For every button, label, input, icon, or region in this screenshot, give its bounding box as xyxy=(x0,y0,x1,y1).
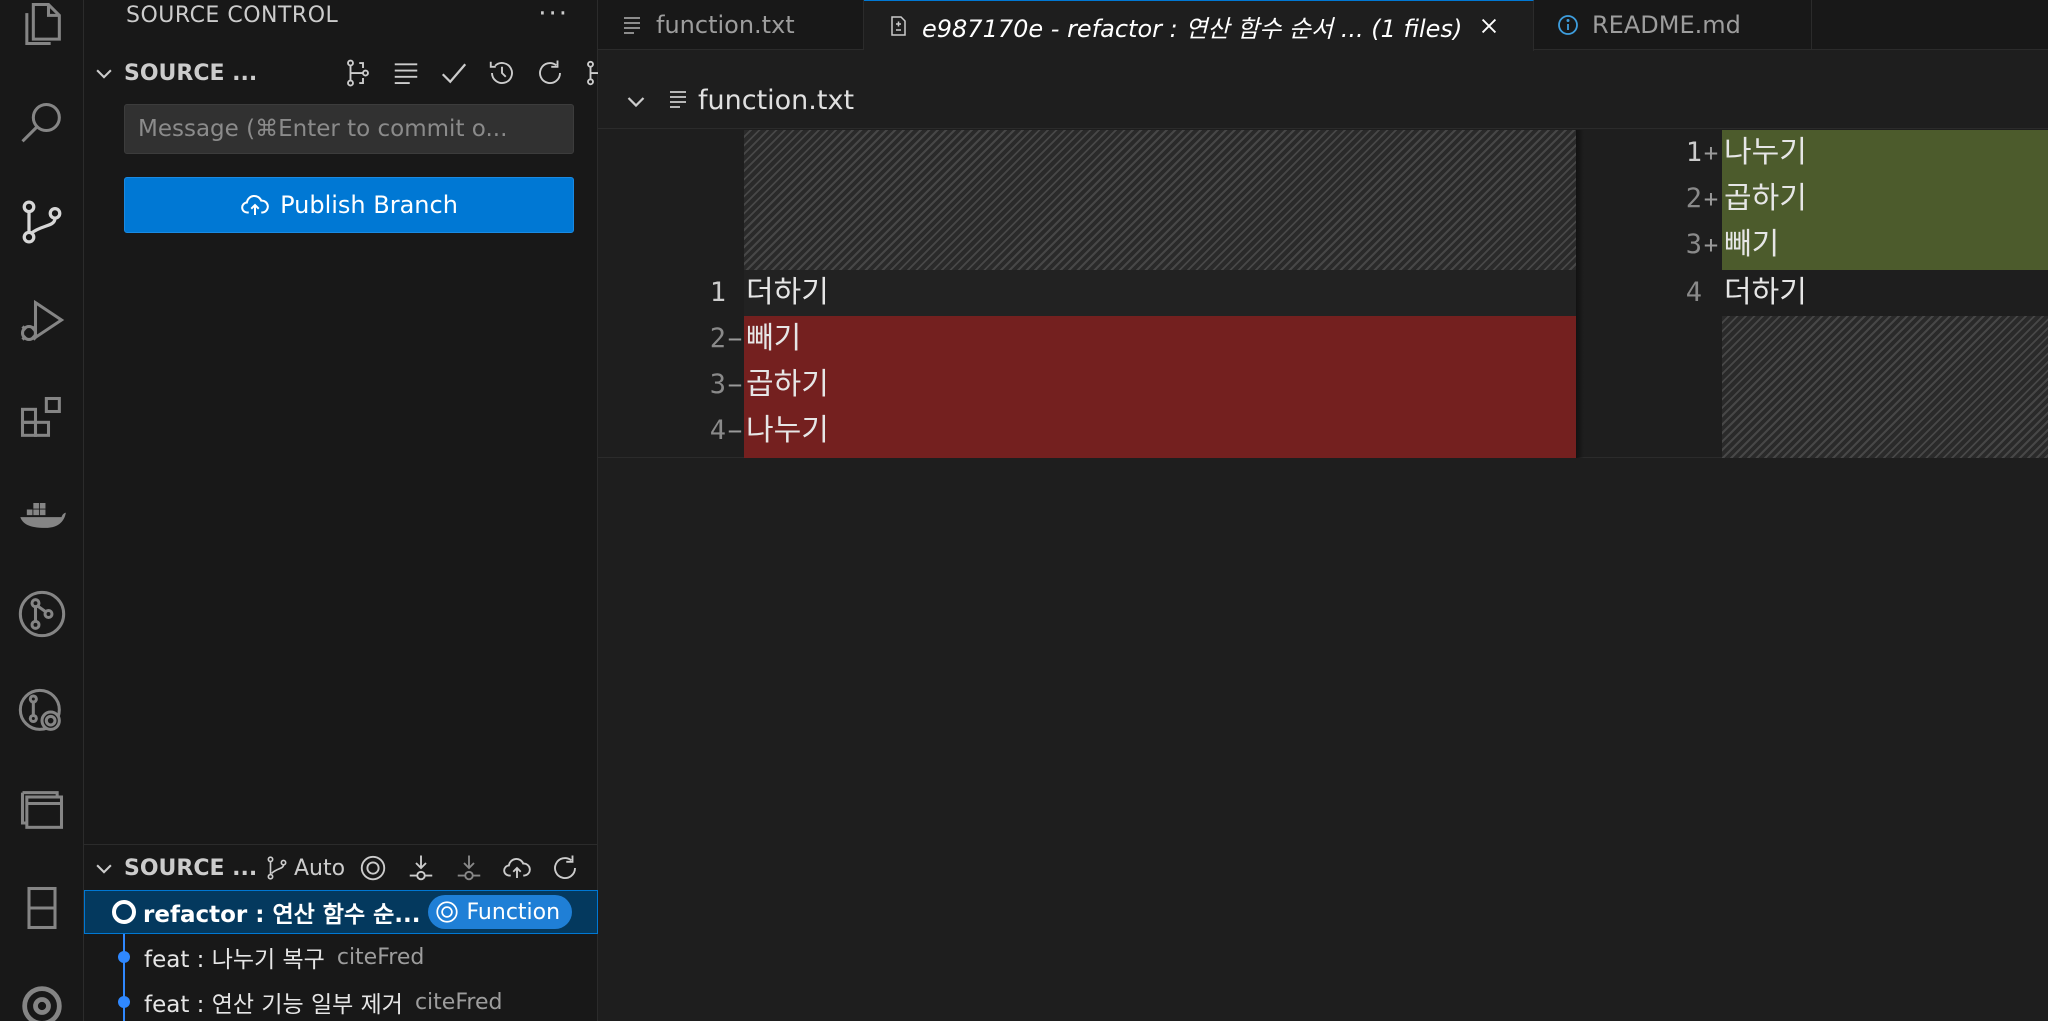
info-icon xyxy=(1558,15,1578,35)
added-line-text: 나누기 xyxy=(1724,135,1807,170)
publish-branch-button[interactable]: Publish Branch xyxy=(124,177,574,233)
changes-section-title: SOURCE ... xyxy=(124,60,258,86)
target-icon xyxy=(436,901,459,923)
tab-commit-diff[interactable]: e987170e - refactor : 연산 함수 순서 ... (1 fi… xyxy=(864,0,1534,51)
line-number: 1 xyxy=(709,277,726,308)
editor-tab-bar: function.txt e987170e - refactor : 연산 함수… xyxy=(598,0,2048,51)
added-line-text: 빼기 xyxy=(1724,227,1780,262)
deleted-marker: − xyxy=(727,371,743,399)
diff-filler-right xyxy=(1722,316,2048,458)
tab-label: function.txt xyxy=(656,11,795,39)
graph-section-title: SOURCE ... xyxy=(124,855,258,881)
context-line-bg xyxy=(744,270,1576,316)
history-icon[interactable] xyxy=(478,51,526,95)
commit-message: feat : 연산 기능 일부 제거 xyxy=(144,992,403,1018)
auto-label: Auto xyxy=(294,855,346,881)
line-number: 1 xyxy=(1685,137,1702,168)
diff-file-icon xyxy=(891,16,906,36)
text-file-icon xyxy=(624,17,640,34)
panel-icon[interactable] xyxy=(8,776,76,844)
section-divider xyxy=(84,844,598,845)
account-icon[interactable] xyxy=(8,972,76,1021)
docker-icon[interactable] xyxy=(8,482,76,550)
refresh-icon[interactable] xyxy=(526,51,574,95)
run-debug-icon[interactable] xyxy=(8,286,76,354)
line-number: 4 xyxy=(1685,277,1702,308)
files-icon[interactable] xyxy=(8,0,76,58)
added-line-text: 곱하기 xyxy=(1724,181,1807,216)
fetch-icon[interactable] xyxy=(397,846,445,890)
commit-check-icon[interactable] xyxy=(430,51,478,95)
commit-row[interactable]: feat : 나누기 복구 citeFred xyxy=(84,935,598,979)
commit-message: feat : 나누기 복구 xyxy=(144,947,325,973)
chevron-down-icon[interactable] xyxy=(84,846,124,890)
added-marker: + xyxy=(1703,231,1719,259)
line-number: 3 xyxy=(709,369,726,400)
deleted-line-text: 빼기 xyxy=(746,321,802,356)
pull-icon[interactable] xyxy=(445,846,493,890)
sidebar-more-button[interactable]: ··· xyxy=(538,0,569,32)
tab-function-txt[interactable]: function.txt xyxy=(598,0,864,50)
source-control-sidebar: SOURCE CONTROL ··· SOURCE ... Message (⌘… xyxy=(84,0,657,1021)
tab-label: e987170e - refactor : 연산 함수 순서 ... (1 fi… xyxy=(922,14,1463,43)
diff-file-name: function.txt xyxy=(698,85,855,116)
commit-author: citeFred xyxy=(414,989,503,1015)
view-changes-icon[interactable] xyxy=(334,51,382,95)
close-icon xyxy=(1482,18,1497,34)
git-graph-icon[interactable] xyxy=(8,580,76,648)
chevron-down-icon[interactable] xyxy=(606,89,666,113)
close-tab-button[interactable] xyxy=(1476,13,1502,39)
source-control-icon[interactable] xyxy=(8,188,76,256)
head-commit-dot xyxy=(112,900,136,924)
activity-bar xyxy=(0,0,84,1021)
auto-branch-selector[interactable]: Auto xyxy=(260,846,349,890)
deleted-line-text: 곱하기 xyxy=(746,367,829,402)
added-marker: + xyxy=(1703,139,1719,167)
deleted-line-text: 나누기 xyxy=(746,413,829,448)
line-number: 4 xyxy=(709,415,726,446)
line-number: 2 xyxy=(1685,183,1702,214)
diff-filler-left xyxy=(744,130,1576,270)
commit-dot xyxy=(118,996,130,1008)
diff-view[interactable]: 1 더하기 2 − 빼기 3 − 곱하기 4 − 나누기 1 + 나누기 2 +… xyxy=(598,130,2048,458)
branch-badge-label: Function xyxy=(466,899,561,925)
line-number: 2 xyxy=(709,323,726,354)
line-text: 더하기 xyxy=(746,275,829,310)
cloud-upload-icon xyxy=(241,194,269,215)
git-lens-icon[interactable] xyxy=(8,678,76,746)
line-text: 더하기 xyxy=(1724,275,1807,310)
text-file-icon xyxy=(666,87,698,115)
tab-readme[interactable]: README.md xyxy=(1534,0,1812,50)
deleted-lines-bg xyxy=(744,316,1576,458)
deleted-marker: − xyxy=(727,417,743,445)
multi-diff-editor: function.txt 1 더하기 2 − 빼기 3 − 곱하기 4 − 나누… xyxy=(598,51,2048,1021)
branch-icon xyxy=(267,856,287,880)
commit-message: refactor : 연산 함수 순... xyxy=(143,902,421,928)
branch-badge[interactable]: Function xyxy=(428,895,573,929)
commit-dot xyxy=(118,951,130,963)
line-number: 3 xyxy=(1685,229,1702,260)
tab-label: README.md xyxy=(1592,11,1741,39)
commit-row-selected[interactable]: refactor : 연산 함수 순... Function xyxy=(84,890,598,934)
sidebar-title: SOURCE CONTROL xyxy=(126,3,339,28)
list-view-icon[interactable] xyxy=(382,51,430,95)
remote-icon[interactable] xyxy=(8,874,76,942)
extensions-icon[interactable] xyxy=(8,384,76,452)
search-icon[interactable] xyxy=(8,90,76,158)
graph-toolbar: Auto xyxy=(260,846,589,890)
target-icon[interactable] xyxy=(349,846,397,890)
added-marker: + xyxy=(1703,185,1719,213)
diff-file-header[interactable]: function.txt xyxy=(598,73,2048,129)
commit-author: citeFred xyxy=(336,944,425,970)
diff-split-divider[interactable] xyxy=(1576,130,1584,458)
refresh-graph-icon[interactable] xyxy=(541,846,589,890)
chevron-down-icon[interactable] xyxy=(84,51,124,95)
publish-branch-label: Publish Branch xyxy=(280,191,458,219)
cloud-push-icon[interactable] xyxy=(493,846,541,890)
commit-row[interactable]: feat : 연산 기능 일부 제거 citeFred xyxy=(84,980,598,1021)
commit-message-input[interactable] xyxy=(124,104,574,154)
deleted-marker: − xyxy=(727,325,743,353)
